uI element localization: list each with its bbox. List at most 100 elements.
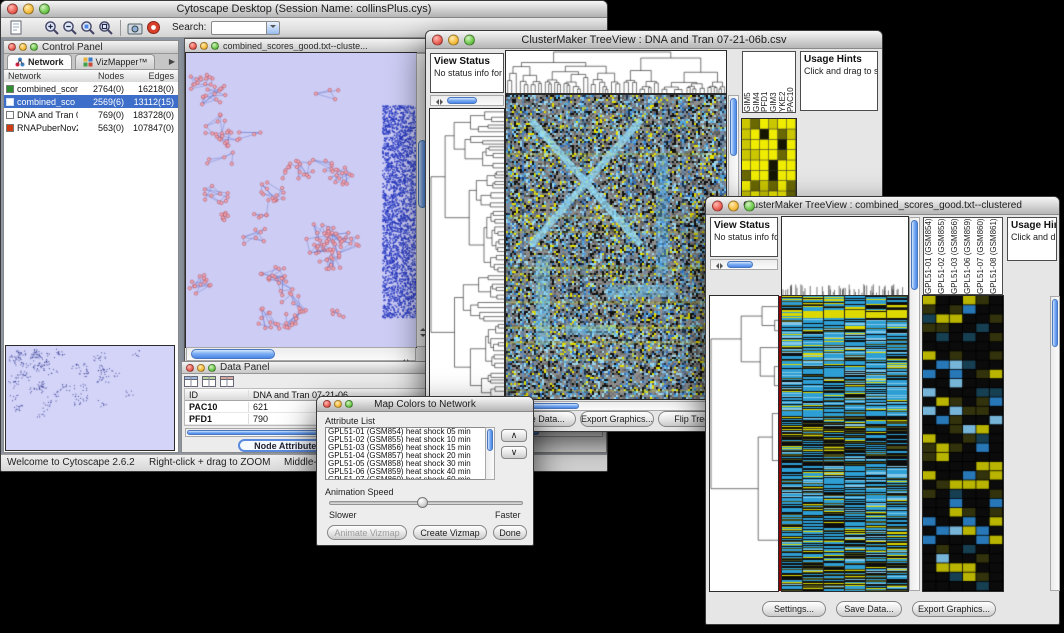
column-label[interactable]: GPL51-01 (GSM854) heat shock 05 min	[924, 218, 937, 294]
gene-label[interactable]	[1007, 305, 1049, 314]
column-label[interactable]: GPL51-06 (GSM859) heat shock 40 min	[963, 218, 976, 294]
network-canvas[interactable]	[186, 53, 416, 347]
move-up-button[interactable]: ∧	[501, 429, 527, 442]
zoom-column-label[interactable]: GIM5	[743, 52, 752, 112]
gene-label[interactable]	[1007, 462, 1049, 471]
gene-label[interactable]	[1007, 453, 1049, 462]
close-button[interactable]	[8, 43, 16, 51]
row-dendrogram-canvas[interactable]	[710, 296, 778, 591]
gene-label[interactable]	[1007, 573, 1049, 582]
column-header-nodes[interactable]: Nodes	[78, 71, 124, 81]
zoom-column-label[interactable]: PFD1	[760, 52, 769, 112]
zoom-in-icon[interactable]	[43, 19, 61, 37]
gene-label[interactable]	[800, 150, 878, 160]
column-label[interactable]: GPL51-08 (GSM861) heat shock 80 min	[989, 218, 1002, 294]
gene-label[interactable]	[1007, 526, 1049, 535]
close-button[interactable]	[186, 364, 194, 372]
attribute-list-item[interactable]: GPL51-03 (GSM856) heat shock 15 min	[326, 444, 494, 452]
attribute-list-item[interactable]: GPL51-06 (GSM859) heat shock 40 min	[326, 468, 494, 476]
scrollbar-thumb[interactable]	[447, 97, 477, 104]
minimize-button[interactable]	[334, 400, 342, 408]
column-label[interactable]: GPL51-03 (GSM856) heat shock 15 min	[950, 218, 963, 294]
zoom-heatmap-canvas[interactable]	[923, 296, 1003, 591]
gene-label[interactable]	[1007, 490, 1049, 499]
gene-label[interactable]	[1007, 434, 1049, 443]
scrollbar-thumb[interactable]	[730, 98, 737, 156]
move-down-button[interactable]: ∨	[501, 446, 527, 459]
column-dendrogram-canvas[interactable]	[782, 217, 908, 295]
save-data-button[interactable]: Save Data...	[836, 601, 902, 617]
main-vertical-scrollbar[interactable]	[909, 217, 920, 591]
scroll-right-arrow-icon[interactable]	[720, 256, 726, 274]
gene-label[interactable]	[1007, 407, 1049, 416]
attribute-list-item[interactable]: GPL51-02 (GSM855) heat shock 10 min	[326, 436, 494, 444]
gene-label[interactable]	[1007, 517, 1049, 526]
gene-label[interactable]	[1007, 416, 1049, 425]
scroll-left-arrow-icon[interactable]	[713, 256, 719, 274]
scrollbar-thumb[interactable]	[487, 429, 493, 451]
network-list-row[interactable]: combined_sco 2569(6) 13112(15)	[4, 95, 178, 108]
scrollbar-thumb[interactable]	[911, 220, 918, 290]
select-attributes-icon[interactable]	[184, 376, 198, 387]
network-list-row[interactable]: RNAPuberNov2 563(0) 107847(0)	[4, 121, 178, 134]
zoom-vertical-scrollbar[interactable]	[1050, 296, 1060, 591]
global-heatmap-canvas[interactable]	[782, 296, 908, 591]
network-horizontal-scrollbar[interactable]	[186, 347, 416, 361]
attribute-list-item[interactable]: GPL51-07 (GSM860) heat shock 60 min	[326, 476, 494, 480]
zoom-column-label[interactable]: GIM3	[769, 52, 778, 112]
column-label[interactable]: GPL51-02 (GSM855) heat shock 10 min	[937, 218, 950, 294]
done-button[interactable]: Done	[493, 525, 527, 540]
gene-label[interactable]	[1007, 444, 1049, 453]
zoom-button[interactable]	[464, 34, 475, 45]
gene-label[interactable]	[800, 140, 878, 150]
gene-label[interactable]	[1007, 499, 1049, 508]
scrollbar-thumb[interactable]	[727, 261, 753, 268]
scroll-left-arrow-icon[interactable]	[433, 92, 439, 110]
gene-label[interactable]	[1007, 333, 1049, 342]
gene-label[interactable]	[800, 181, 878, 191]
close-button[interactable]	[712, 200, 723, 211]
create-attribute-icon[interactable]	[202, 376, 216, 387]
close-button[interactable]	[7, 4, 18, 15]
export-graphics-button[interactable]: Export Graphics...	[912, 601, 996, 617]
column-header-network[interactable]: Network	[4, 71, 78, 81]
minimize-button[interactable]	[200, 42, 208, 50]
control-panel-titlebar[interactable]: Control Panel	[4, 41, 178, 54]
gene-label[interactable]	[1007, 324, 1049, 333]
gene-label[interactable]	[1007, 554, 1049, 563]
attribute-list-item[interactable]: GPL51-05 (GSM858) heat shock 30 min	[326, 460, 494, 468]
minimize-button[interactable]	[197, 364, 205, 372]
column-label[interactable]: GPL51-07 (GSM860) heat shock 60 min	[976, 218, 989, 294]
gene-label[interactable]	[1007, 425, 1049, 434]
network-overview-canvas[interactable]	[6, 346, 174, 450]
snapshot-icon[interactable]	[126, 19, 144, 37]
gene-label[interactable]	[1007, 545, 1049, 554]
gene-label[interactable]	[1007, 342, 1049, 351]
tab-network[interactable]: Network	[7, 54, 72, 69]
treeview-dna-titlebar[interactable]: ClusterMaker TreeView : DNA and Tran 07-…	[426, 31, 882, 49]
attribute-list-item[interactable]: GPL51-04 (GSM857) heat shock 20 min	[326, 452, 494, 460]
tab-vizmapper[interactable]: VizMapper™	[75, 54, 156, 69]
minimize-button[interactable]	[448, 34, 459, 45]
gene-label[interactable]	[800, 160, 878, 170]
gene-label[interactable]	[1007, 361, 1049, 370]
minimize-button[interactable]	[23, 4, 34, 15]
zoom-selected-icon[interactable]	[79, 19, 97, 37]
gene-label[interactable]	[800, 171, 878, 181]
close-button[interactable]	[189, 42, 197, 50]
search-dropdown-button[interactable]	[267, 21, 280, 35]
dendrogram-horizontal-scrollbar[interactable]	[710, 259, 778, 270]
gene-label[interactable]	[1007, 388, 1049, 397]
cytoscape-titlebar[interactable]: Cytoscape Desktop (Session Name: collins…	[1, 1, 607, 18]
gene-label[interactable]	[1007, 508, 1049, 517]
gene-label[interactable]	[1007, 379, 1049, 388]
zoom-button[interactable]	[39, 4, 50, 15]
network-view-titlebar[interactable]: combined_scores_good.txt--cluste...	[185, 39, 429, 53]
global-heatmap-canvas[interactable]	[506, 95, 726, 399]
export-graphics-button[interactable]: Export Graphics...	[580, 411, 654, 427]
animate-vizmap-button[interactable]: Animate Vizmap	[327, 525, 407, 540]
delete-attribute-icon[interactable]	[220, 376, 234, 387]
row-dendrogram-canvas[interactable]	[430, 109, 504, 399]
minimize-button[interactable]	[728, 200, 739, 211]
help-icon[interactable]	[144, 19, 162, 37]
